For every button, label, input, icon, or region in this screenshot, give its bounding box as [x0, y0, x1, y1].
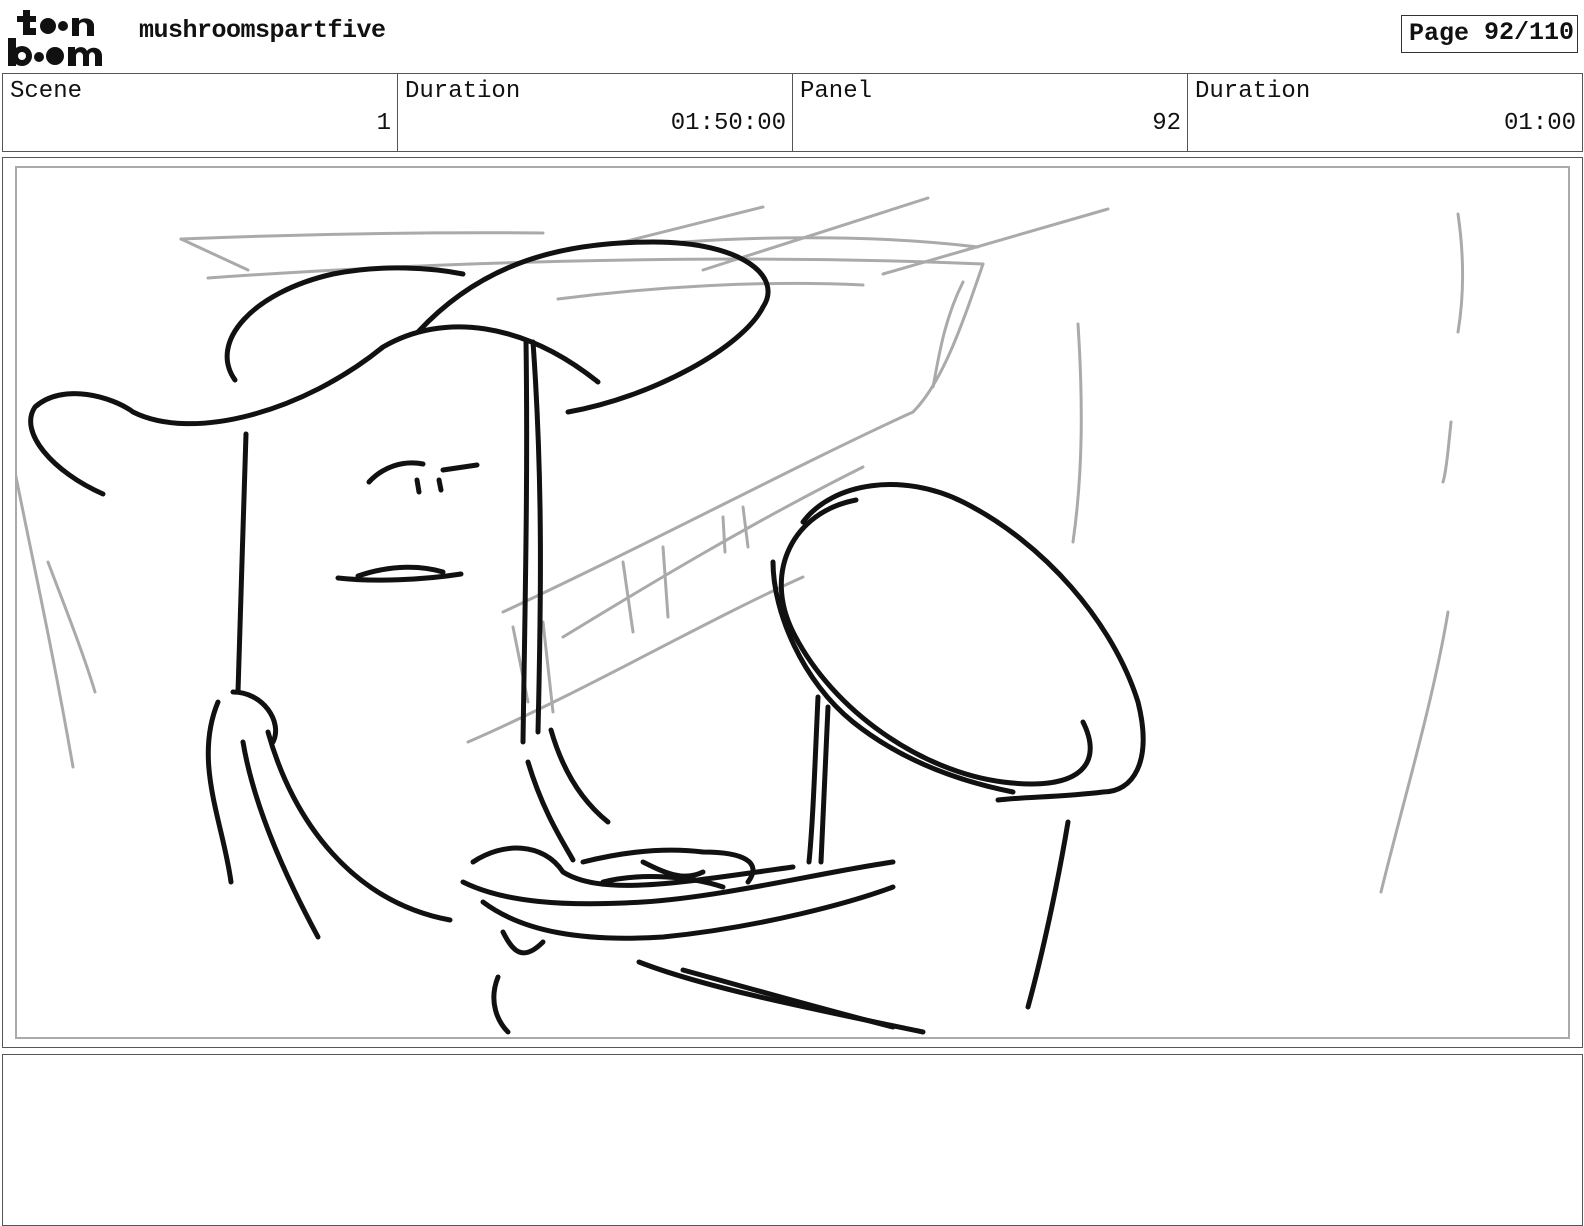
toon-boom-logo — [6, 4, 118, 68]
page-label: Page — [1409, 19, 1470, 48]
panel-duration-value: 01:00 — [1503, 110, 1576, 137]
project-title: mushroomspartfive — [139, 16, 386, 45]
panel-label: Panel — [800, 78, 873, 105]
scene-label: Scene — [10, 78, 83, 105]
scene-duration-label: Duration — [405, 78, 521, 105]
panel-frame — [2, 157, 1583, 1048]
page-number: 92/110 — [1483, 18, 1574, 47]
storyboard-sketch — [15, 166, 1570, 1039]
panel-duration-label: Duration — [1195, 78, 1311, 105]
panel-notes-box — [2, 1054, 1583, 1226]
scene-cell: Scene 1 — [3, 74, 398, 151]
page-indicator: Page 92/110 — [1401, 15, 1578, 53]
panel-duration-cell: Duration 01:00 — [1188, 74, 1582, 151]
panel-cell: Panel 92 — [793, 74, 1188, 151]
scene-duration-value: 01:50:00 — [670, 110, 786, 137]
panel-info-row: Scene 1 Duration 01:50:00 Panel 92 Durat… — [2, 73, 1583, 152]
panel-value: 92 — [1152, 110, 1181, 137]
scene-duration-cell: Duration 01:50:00 — [398, 74, 793, 151]
scene-value: 1 — [376, 110, 391, 137]
